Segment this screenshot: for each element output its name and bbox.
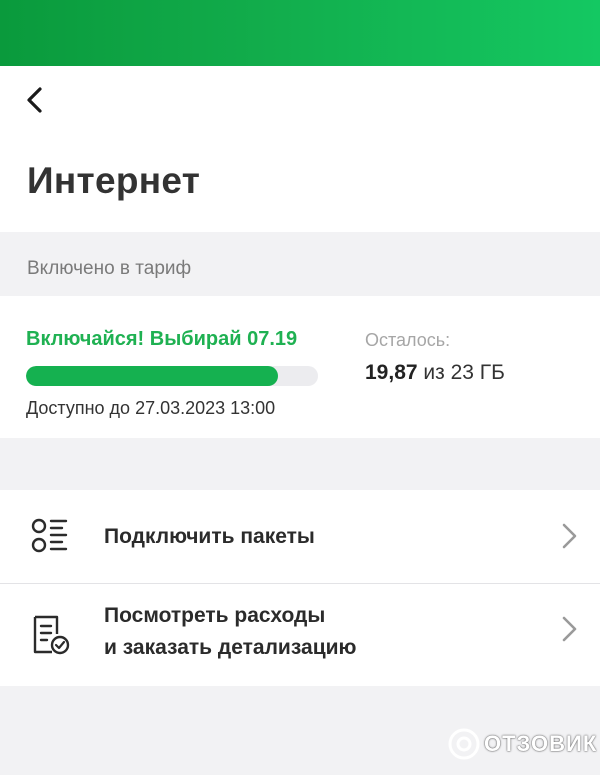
expenses-details-item[interactable]: Посмотреть расходы и заказать детализаци… [0, 584, 600, 686]
remaining-amount: 19,87 [365, 361, 418, 384]
usage-progress-bar [26, 366, 318, 386]
page-title: Интернет [27, 160, 201, 201]
expenses-details-label: Посмотреть расходы и заказать детализаци… [104, 600, 356, 664]
header: Интернет [0, 66, 600, 232]
list-icon [31, 518, 68, 553]
remaining-value: 19,87 из 23 ГБ [365, 361, 505, 385]
expenses-details-label-line2: и заказать детализацию [104, 636, 357, 659]
watermark: ОТЗОВИК [448, 728, 597, 760]
tariff-name: Включайся! Выбирай 07.19 [26, 328, 298, 350]
section-label: Включено в тариф [27, 258, 192, 279]
watermark-text: ОТЗОВИК [484, 731, 598, 756]
expenses-details-label-line1: Посмотреть расходы [104, 604, 326, 627]
watermark-logo-icon [448, 728, 480, 760]
usage-progress-fill [26, 366, 279, 386]
tariff-card[interactable]: Включайся! Выбирай 07.19 Доступно до 27.… [0, 296, 600, 438]
back-button[interactable] [18, 82, 52, 118]
connect-packages-item[interactable]: Подключить пакеты [0, 490, 600, 584]
chevron-right-icon [562, 616, 577, 642]
remaining-label: Осталось: [365, 330, 451, 350]
status-bar [0, 0, 600, 66]
menu: Подключить пакеты Посмотреть расходы и з… [0, 490, 600, 686]
chevron-left-icon [27, 87, 42, 113]
remaining-total: из 23 ГБ [417, 361, 505, 384]
connect-packages-label: Подключить пакеты [104, 525, 315, 548]
chevron-right-icon [562, 523, 577, 549]
available-until: Доступно до 27.03.2023 13:00 [26, 398, 276, 418]
document-check-icon [33, 615, 70, 655]
